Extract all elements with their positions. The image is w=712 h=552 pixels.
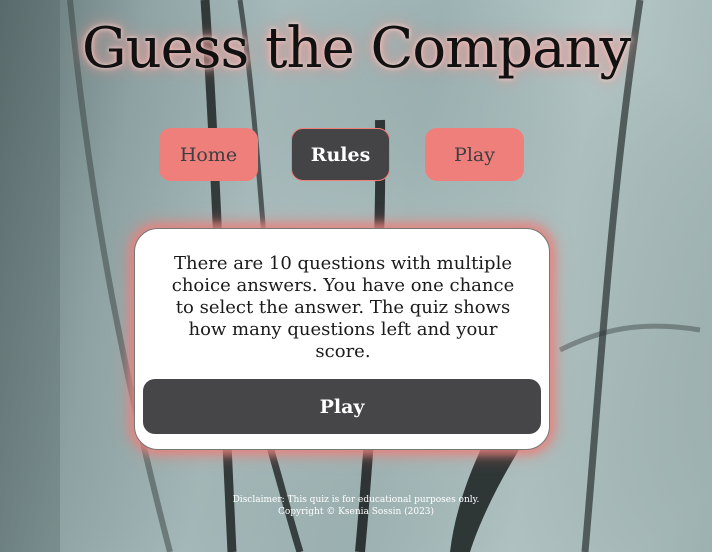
disclaimer-text: Disclaimer: This quiz is for educational… [232,495,480,505]
play-button[interactable]: Play [143,379,541,434]
home-button[interactable]: Home [159,128,258,181]
rules-card: There are 10 questions with multiple cho… [134,228,550,450]
rules-text: There are 10 questions with multiple cho… [171,253,515,362]
page-title: Guess the Company [81,16,631,81]
play-nav-button[interactable]: Play [425,128,524,181]
footer: Disclaimer: This quiz is for educational… [0,494,712,518]
rules-button[interactable]: Rules [291,128,390,181]
copyright-text: Copyright © Ksenia Sossin (2023) [277,507,435,517]
